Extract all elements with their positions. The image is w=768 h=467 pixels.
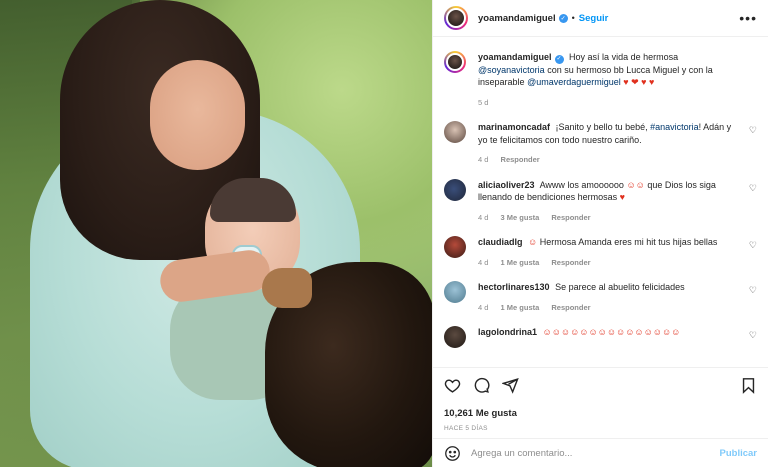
save-bookmark-icon[interactable] [740, 377, 757, 394]
commenter-username[interactable]: aliciaoliver23 [478, 180, 535, 190]
more-options-icon[interactable]: ••• [739, 10, 757, 26]
reply-button[interactable]: Responder [501, 155, 540, 164]
photo-face [150, 60, 245, 170]
comments-list[interactable]: yoamandamiguel ✓ Hoy así la vida de hermo… [433, 38, 768, 364]
like-comment-heart-icon[interactable]: ♡ [749, 125, 757, 136]
caption-age[interactable]: 5 d [478, 98, 488, 107]
comment-text-1: Hermosa Amanda eres mi hit tus hijas bel… [539, 237, 718, 248]
comment-age[interactable]: 4 d [478, 258, 488, 267]
photo-dog-muzzle [262, 268, 312, 308]
add-comment-bar: Publicar [433, 438, 768, 467]
mention-link[interactable]: @umaverdaguermiguel [527, 77, 621, 87]
publish-button[interactable]: Publicar [720, 448, 758, 459]
comment-item: lagolondrina1 ☺☺☺☺☺☺☺☺☺☺☺☺☺☺☺ ♡ [444, 326, 757, 349]
comment-item: claudiadlg ☺ Hermosa Amanda eres mi hit … [444, 236, 757, 269]
comment-likes[interactable]: 3 Me gusta [501, 213, 540, 222]
commenter-username[interactable]: marinamoncadaf [478, 122, 550, 132]
comment-emoji: ☺☺ [626, 179, 645, 190]
commenter-avatar[interactable] [444, 236, 466, 259]
comment-likes[interactable]: 1 Me gusta [501, 303, 540, 312]
caption-emojis: ♥ ❤ ♥ ♥ [623, 77, 655, 88]
post-actions: 10,261 Me gusta HACE 5 DÍAS [433, 367, 768, 432]
comment-emojis: ☺☺☺☺☺☺☺☺☺☺☺☺☺☺☺ [542, 327, 681, 338]
caption-text-1: Hoy así la vida de hermosa [569, 52, 679, 62]
verified-badge-icon: ✓ [558, 13, 568, 23]
add-comment-input[interactable] [471, 447, 720, 459]
commenter-avatar[interactable] [444, 121, 466, 144]
commenter-username[interactable]: claudiadlg [478, 237, 523, 247]
emoji-smiley-icon[interactable] [444, 445, 461, 462]
comment-item: marinamoncadaf ¡Sanito y bello tu bebé, … [444, 121, 757, 167]
like-heart-icon[interactable] [444, 377, 461, 394]
commenter-avatar[interactable] [444, 326, 466, 349]
author-avatar[interactable] [444, 6, 468, 30]
hashtag-link[interactable]: #anavictoria [650, 122, 699, 132]
comment-item: aliciaoliver23 Awww los amoooooo ☺☺ que … [444, 178, 757, 225]
reply-button[interactable]: Responder [551, 258, 590, 267]
mention-link[interactable]: @soyanavictoria [478, 65, 545, 75]
action-icons [444, 375, 757, 395]
comment-text-1: Awww los amoooooo [539, 179, 624, 190]
comment-likes[interactable]: 1 Me gusta [501, 258, 540, 267]
reply-button[interactable]: Responder [551, 303, 590, 312]
comment-bubble-icon[interactable] [473, 377, 490, 394]
author-username[interactable]: yoamandamiguel [478, 13, 556, 24]
reply-button[interactable]: Responder [551, 213, 590, 222]
commenter-avatar[interactable] [444, 281, 466, 304]
verified-badge-icon: ✓ [554, 54, 564, 64]
commenter-avatar[interactable] [444, 178, 466, 201]
like-comment-heart-icon[interactable]: ♡ [749, 285, 757, 296]
comment-text-1: ¡Sanito y bello tu bebé, [555, 122, 648, 133]
comment-item: hectorlinares130 Se parece al abuelito f… [444, 281, 757, 314]
caption-username[interactable]: yoamandamiguel [478, 52, 552, 62]
caption-avatar[interactable] [444, 51, 466, 73]
comment-age[interactable]: 4 d [478, 303, 488, 312]
separator-dot: • [571, 13, 575, 23]
like-comment-heart-icon[interactable]: ♡ [749, 183, 757, 194]
post-side-panel: yoamandamiguel ✓ • Seguir ••• yoamandami… [432, 0, 768, 467]
comment-age[interactable]: 4 d [478, 213, 488, 222]
commenter-username[interactable]: lagolondrina1 [478, 327, 537, 337]
follow-button[interactable]: Seguir [579, 13, 609, 24]
post-header: yoamandamiguel ✓ • Seguir ••• [433, 0, 768, 37]
comment-age[interactable]: 4 d [478, 155, 488, 164]
commenter-username[interactable]: hectorlinares130 [478, 282, 550, 292]
post-timestamp[interactable]: HACE 5 DÍAS [444, 425, 757, 432]
post-photo[interactable] [0, 0, 432, 467]
comment-emoji: ☺ [528, 237, 538, 248]
comment-emoji: ♥ [619, 192, 625, 203]
like-comment-heart-icon[interactable]: ♡ [749, 240, 757, 251]
like-comment-heart-icon[interactable]: ♡ [749, 330, 757, 341]
like-count[interactable]: 10,261 Me gusta [444, 408, 757, 419]
comment-text-1: Se parece al abuelito felicidades [555, 282, 685, 293]
caption: yoamandamiguel ✓ Hoy así la vida de hermo… [444, 51, 757, 109]
share-paper-plane-icon[interactable] [502, 377, 519, 394]
